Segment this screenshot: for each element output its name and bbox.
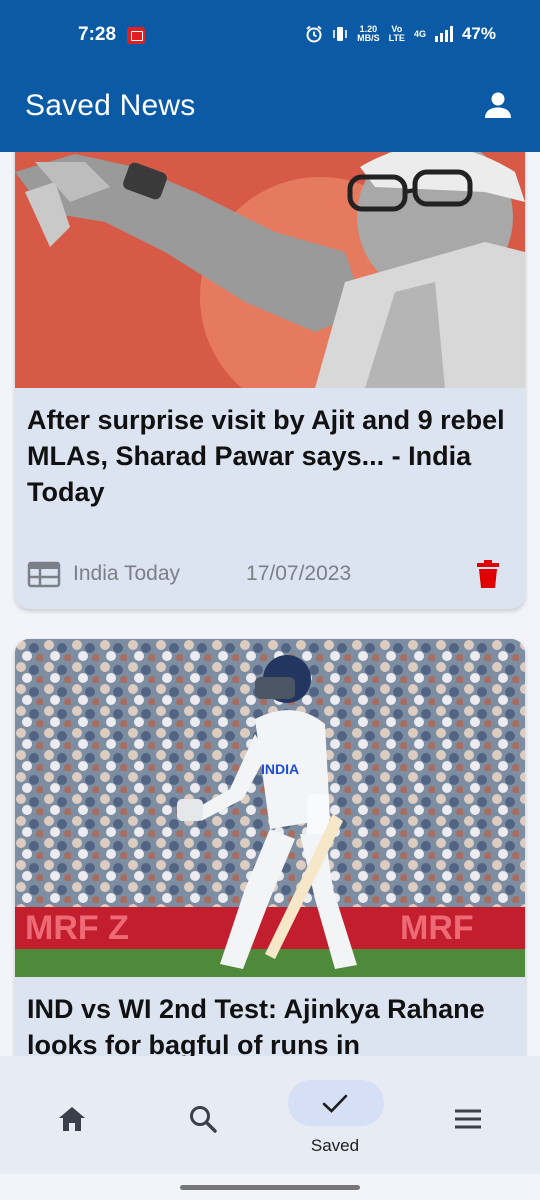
article-meta: India Today 17/07/2023 [27,559,511,589]
gesture-handle[interactable] [180,1185,360,1190]
article-source: India Today [73,562,181,585]
network-type: 4G [413,28,426,39]
alarm-icon [306,25,322,43]
article-date: 17/07/2023 [246,562,352,585]
saved-news-feed[interactable]: After surprise visit by Ajit and 9 rebel… [0,152,540,1056]
status-time: 7:28 [78,24,117,45]
app-bar: Saved News [0,72,540,152]
nav-search[interactable] [153,1078,253,1158]
nav-home[interactable] [22,1078,122,1158]
news-card[interactable]: MRF Z MRF INDIA IND vs WI 2nd Test: Ajin… [15,639,525,1056]
trash-icon[interactable] [477,560,499,588]
nav-menu[interactable] [418,1078,518,1158]
status-icons: 1.20 MB/S Vo LTE 4G 47% [305,24,496,44]
notification-app-icon [127,27,145,44]
home-icon [59,1107,85,1131]
status-bar: 7:28 1.20 MB/S Vo LTE 4G 47% [0,0,540,72]
svg-text:MRF Z: MRF Z [25,909,129,947]
page-title: Saved News [25,89,196,122]
signal-icon [434,26,453,42]
volte-indicator: Vo LTE [388,24,405,43]
nav-saved-label: Saved [310,1136,360,1155]
account-icon[interactable] [484,91,512,119]
article-image [15,152,525,388]
bottom-navigation: Saved [0,1056,540,1174]
network-speed: 1.20 MB/S [357,24,380,43]
menu-icon [455,1109,481,1129]
vibrate-icon [333,27,347,41]
nav-saved[interactable]: Saved [285,1078,385,1158]
article-image: MRF Z MRF INDIA [15,639,525,977]
article-title[interactable]: After surprise visit by Ajit and 9 rebel… [15,388,525,510]
article-title[interactable]: IND vs WI 2nd Test: Ajinkya Rahane looks… [15,977,525,1056]
calendar-icon [27,561,61,588]
svg-text:MRF: MRF [400,909,474,947]
news-card[interactable]: After surprise visit by Ajit and 9 rebel… [15,152,525,609]
check-icon [322,1094,348,1113]
svg-text:INDIA: INDIA [261,761,299,777]
search-icon [190,1106,217,1133]
battery-level: 47% [461,24,496,43]
